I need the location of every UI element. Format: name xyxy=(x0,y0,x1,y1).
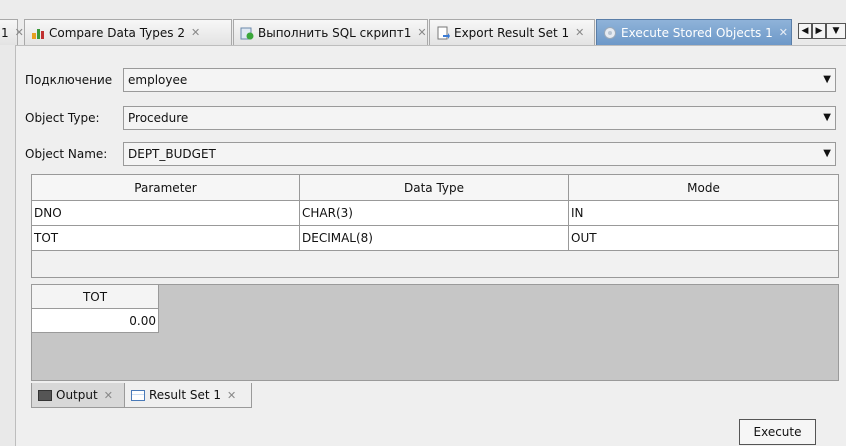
object-type-combo[interactable]: Procedure ▼ xyxy=(123,106,836,130)
tab-label: Result Set 1 xyxy=(149,388,222,402)
tab-list-dropdown-button[interactable]: ▼ xyxy=(826,23,846,39)
connection-row: Подключение employee ▼ xyxy=(16,67,846,93)
tab-output[interactable]: Output ✕ xyxy=(31,383,125,408)
output-icon xyxy=(38,389,52,401)
connection-value: employee xyxy=(128,73,188,87)
object-name-row: Object Name: DEPT_BUDGET ▼ xyxy=(16,141,846,167)
tab-label: 1 xyxy=(1,25,9,40)
object-name-label: Object Name: xyxy=(25,147,108,161)
cell-parameter[interactable]: DNO xyxy=(32,201,300,226)
cell-data-type[interactable]: DECIMAL(8) xyxy=(300,226,569,251)
object-name-value: DEPT_BUDGET xyxy=(128,147,216,161)
close-icon[interactable]: ✕ xyxy=(104,389,113,402)
tab-sql-script[interactable]: Выполнить SQL скрипт1 ✕ xyxy=(233,19,428,45)
compare-icon xyxy=(31,26,45,40)
tab-label: Выполнить SQL скрипт1 xyxy=(258,25,412,40)
execute-button[interactable]: Execute xyxy=(739,419,816,445)
execute-stored-objects-panel: Подключение employee ▼ Object Type: Proc… xyxy=(15,45,846,446)
tab-label: Compare Data Types 2 xyxy=(49,25,185,40)
object-name-combo[interactable]: DEPT_BUDGET ▼ xyxy=(123,142,836,166)
close-icon[interactable]: ✕ xyxy=(779,26,788,39)
connection-label: Подключение xyxy=(25,73,113,87)
chevron-down-icon: ▼ xyxy=(823,74,831,85)
scroll-right-button[interactable]: ▶ xyxy=(812,23,826,39)
cell-mode[interactable]: IN xyxy=(569,201,838,226)
column-header-data-type[interactable]: Data Type xyxy=(300,175,569,200)
stored-object-icon xyxy=(603,26,617,40)
tab-export-result-set[interactable]: Export Result Set 1 ✕ xyxy=(429,19,595,45)
chevron-down-icon: ▼ xyxy=(823,148,831,159)
tab-execute-stored-objects[interactable]: Execute Stored Objects 1 ✕ xyxy=(596,19,792,45)
scroll-left-button[interactable]: ◀ xyxy=(798,23,812,39)
table-header: Parameter Data Type Mode xyxy=(32,175,838,201)
editor-tab-bar: 1 ✕ Compare Data Types 2 ✕ Выполнить SQL… xyxy=(0,0,846,45)
cell-parameter[interactable]: TOT xyxy=(32,226,300,251)
parameters-table: Parameter Data Type Mode DNO CHAR(3) IN … xyxy=(31,174,839,278)
close-icon[interactable]: ✕ xyxy=(191,26,200,39)
close-icon[interactable]: ✕ xyxy=(15,26,24,39)
chevron-down-icon: ▼ xyxy=(823,112,831,123)
tab-label: Export Result Set 1 xyxy=(454,25,570,40)
tab-compare-data-types[interactable]: Compare Data Types 2 ✕ xyxy=(24,19,232,45)
column-header-mode[interactable]: Mode xyxy=(569,175,838,200)
close-icon[interactable]: ✕ xyxy=(575,26,584,39)
grid-icon xyxy=(131,389,145,401)
connection-combo[interactable]: employee ▼ xyxy=(123,68,836,92)
close-icon[interactable]: ✕ xyxy=(227,389,236,402)
column-header-parameter[interactable]: Parameter xyxy=(32,175,300,200)
result-cell[interactable]: 0.00 xyxy=(32,309,159,333)
tab-partial[interactable]: 1 ✕ xyxy=(0,19,24,45)
result-grid: TOT 0.00 xyxy=(31,284,839,381)
tab-result-set[interactable]: Result Set 1 ✕ xyxy=(124,383,252,408)
object-type-value: Procedure xyxy=(128,111,189,125)
close-icon[interactable]: ✕ xyxy=(417,26,426,39)
export-icon xyxy=(436,26,450,40)
object-type-row: Object Type: Procedure ▼ xyxy=(16,105,846,131)
tab-label: Output xyxy=(56,388,98,402)
result-column-header[interactable]: TOT xyxy=(32,285,159,309)
tab-label: Execute Stored Objects 1 xyxy=(621,25,773,40)
object-type-label: Object Type: xyxy=(25,111,100,125)
cell-mode[interactable]: OUT xyxy=(569,226,838,251)
sql-script-icon xyxy=(240,26,254,40)
cell-data-type[interactable]: CHAR(3) xyxy=(300,201,569,226)
